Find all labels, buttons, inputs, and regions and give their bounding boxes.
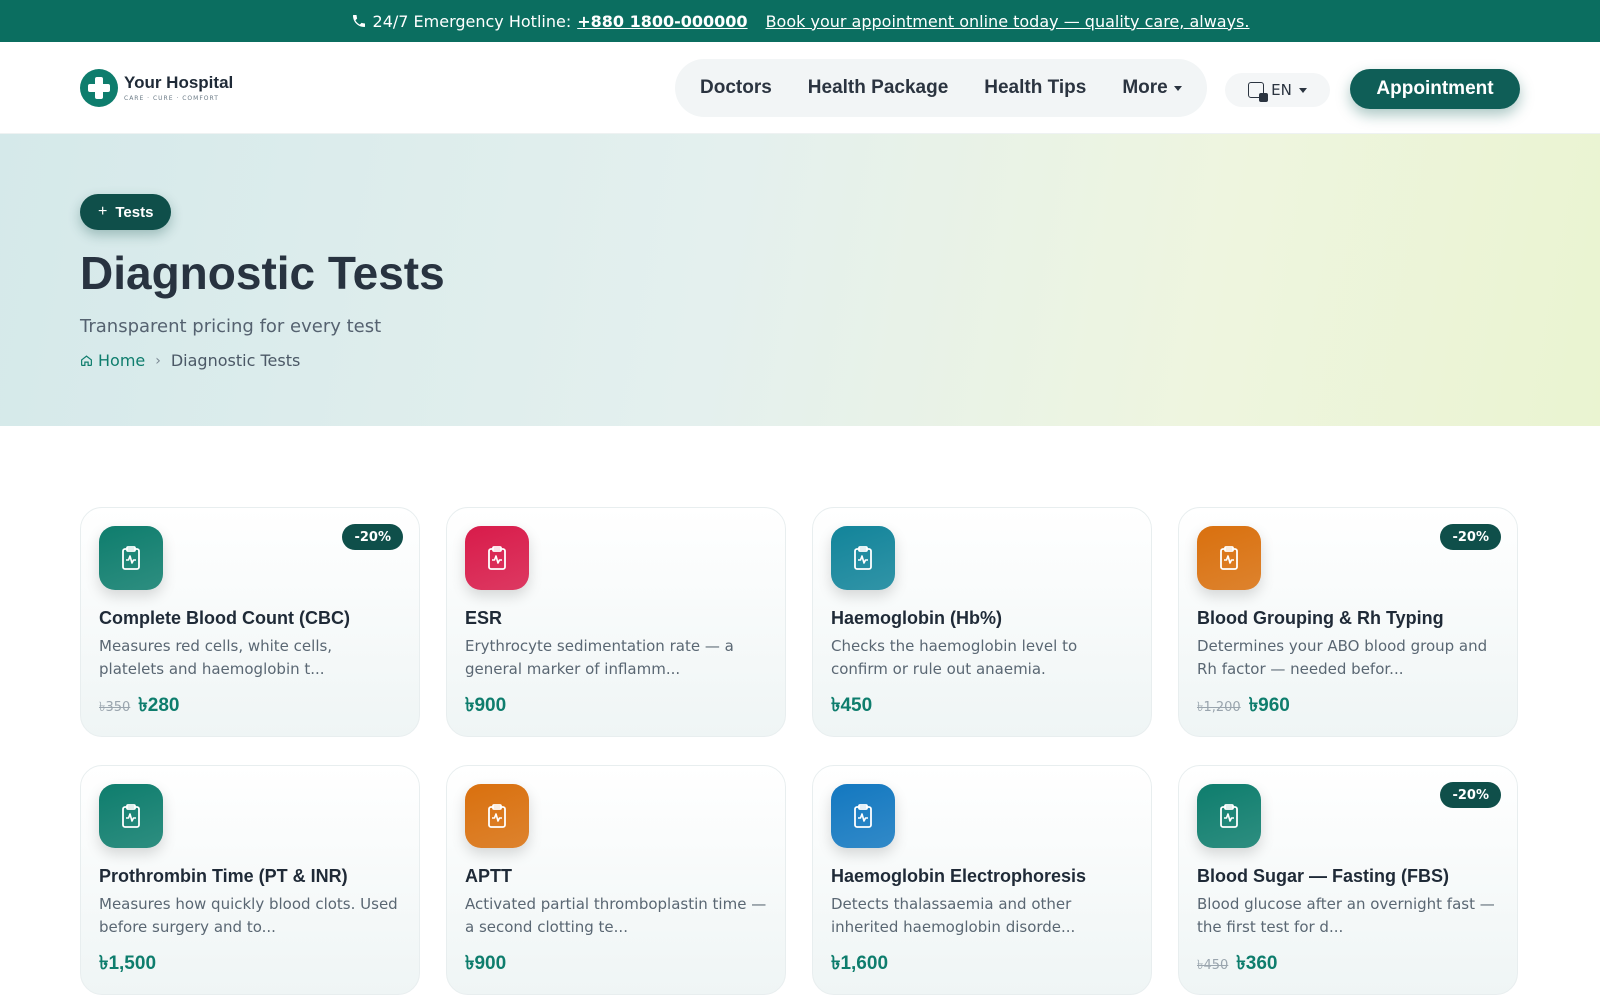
test-card[interactable]: -20% Blood Sugar — Fasting (FBS) Blood glu… xyxy=(1178,765,1518,995)
test-price: ৳1,600 xyxy=(831,953,889,974)
language-label: EN xyxy=(1271,81,1292,99)
chevron-down-icon xyxy=(1298,87,1307,93)
breadcrumb-current: Diagnostic Tests xyxy=(170,351,301,370)
test-price: ৳360 xyxy=(1236,953,1278,974)
chevron-down-icon xyxy=(1173,85,1182,91)
test-price: ৳900 xyxy=(465,695,507,716)
test-card[interactable]: ESR Erythrocyte sedimentation rate — a ge… xyxy=(446,507,786,737)
test-title: Complete Blood Count (CBC) xyxy=(99,608,350,628)
clipboard-pulse-icon xyxy=(99,784,163,848)
clipboard-pulse-icon xyxy=(831,526,895,590)
test-card-grid: -20% Complete Blood Count (CBC) Measures r… xyxy=(80,507,1520,995)
test-title: Haemoglobin Electrophoresis xyxy=(831,866,1087,886)
test-card[interactable]: Haemoglobin (Hb%) Checks the haemoglobin … xyxy=(812,507,1152,737)
section-badge: + Tests xyxy=(80,194,172,230)
price-row: ৳350 ৳280 xyxy=(99,691,401,723)
test-price: ৳280 xyxy=(138,695,180,716)
clipboard-pulse-icon xyxy=(1197,526,1261,590)
nav-more-label: More xyxy=(1122,77,1168,98)
nav-health-package[interactable]: Health Package xyxy=(808,77,948,99)
test-title: Prothrombin Time (PT & INR) xyxy=(99,866,348,886)
test-description: Blood glucose after an overnight fast — … xyxy=(1197,895,1495,936)
language-selector[interactable]: EN xyxy=(1225,73,1330,107)
test-price: ৳1,500 xyxy=(99,953,157,974)
test-card[interactable]: Haemoglobin Electrophoresis Detects thala… xyxy=(812,765,1152,995)
discount-badge: -20% xyxy=(342,524,403,550)
test-description: Determines your ABO blood group and Rh f… xyxy=(1197,637,1488,678)
section-badge-label: Tests xyxy=(115,203,154,221)
main-nav: Doctors Health Package Health Tips More xyxy=(675,59,1207,117)
hotline-label: 24/7 Emergency Hotline: xyxy=(372,11,572,31)
original-price: ৳1,200 xyxy=(1197,700,1241,715)
test-card[interactable]: APTT Activated partial thromboplastin tim… xyxy=(446,765,786,995)
logo[interactable]: Your Hospital CARE · CURE · COMFORT xyxy=(80,68,234,107)
test-title: Blood Grouping & Rh Typing xyxy=(1197,608,1444,628)
test-title: APTT xyxy=(465,866,512,886)
test-description: Measures red cells, white cells, platele… xyxy=(99,637,333,678)
home-icon xyxy=(81,355,92,366)
plus-icon: + xyxy=(98,203,108,220)
clipboard-pulse-icon xyxy=(831,784,895,848)
price-row: ৳450 ৳360 xyxy=(1197,949,1499,981)
test-card[interactable]: -20% Blood Grouping & Rh Typing Determines… xyxy=(1178,507,1518,737)
hospital-cross-icon xyxy=(80,68,118,107)
hotline-number-link[interactable]: +880 1800-000000 xyxy=(577,12,747,31)
site-header: Your Hospital CARE · CURE · COMFORT Doct… xyxy=(0,42,1600,134)
test-price: ৳450 xyxy=(831,695,873,716)
price-row: ৳1,500 xyxy=(99,949,401,981)
clipboard-pulse-icon xyxy=(465,526,529,590)
price-row: ৳1,600 xyxy=(831,949,1133,981)
original-price: ৳450 xyxy=(1197,958,1229,973)
discount-badge: -20% xyxy=(1440,782,1501,808)
test-description: Checks the haemoglobin level to confirm … xyxy=(831,637,1078,678)
chevron-right-icon: › xyxy=(155,352,161,369)
clipboard-pulse-icon xyxy=(465,784,529,848)
book-appointment-link[interactable]: Book your appointment online today — qua… xyxy=(766,12,1250,31)
test-title: ESR xyxy=(465,608,503,628)
logo-name: Your Hospital xyxy=(124,73,234,92)
discount-badge: -20% xyxy=(1440,524,1501,550)
hotline: 24/7 Emergency Hotline: +880 1800-000000 xyxy=(351,12,748,31)
test-description: Detects thalassaemia and other inherited… xyxy=(831,895,1076,936)
page-title: Diagnostic Tests xyxy=(80,247,445,299)
logo-tagline: CARE · CURE · COMFORT xyxy=(124,95,219,102)
breadcrumb: Home › Diagnostic Tests xyxy=(80,351,1520,370)
announcement-bar: 24/7 Emergency Hotline: +880 1800-000000… xyxy=(0,0,1600,42)
page-hero: + Tests Diagnostic Tests Transparent pri… xyxy=(0,134,1600,426)
test-card[interactable]: Prothrombin Time (PT & INR) Measures how … xyxy=(80,765,420,995)
original-price: ৳350 xyxy=(99,700,131,715)
clipboard-pulse-icon xyxy=(1197,784,1261,848)
breadcrumb-home-label: Home xyxy=(98,351,146,370)
breadcrumb-home[interactable]: Home xyxy=(80,351,145,370)
page-subtitle: Transparent pricing for every test xyxy=(80,316,382,337)
price-row: ৳900 xyxy=(465,691,767,723)
clipboard-pulse-icon xyxy=(99,526,163,590)
test-title: Haemoglobin (Hb%) xyxy=(831,608,1002,628)
nav-health-tips[interactable]: Health Tips xyxy=(984,77,1086,99)
appointment-button[interactable]: Appointment xyxy=(1350,69,1520,109)
price-row: ৳900 xyxy=(465,949,767,981)
test-card[interactable]: -20% Complete Blood Count (CBC) Measures r… xyxy=(80,507,420,737)
test-price: ৳900 xyxy=(465,953,507,974)
price-row: ৳1,200 ৳960 xyxy=(1197,691,1499,723)
test-description: Activated partial thromboplastin time — … xyxy=(465,895,767,936)
test-price: ৳960 xyxy=(1248,695,1290,716)
test-title: Blood Sugar — Fasting (FBS) xyxy=(1197,866,1449,886)
nav-doctors[interactable]: Doctors xyxy=(700,77,772,99)
phone-icon xyxy=(352,15,365,27)
price-row: ৳450 xyxy=(831,691,1133,723)
test-description: Erythrocyte sedimentation rate — a gener… xyxy=(465,637,734,678)
test-description: Measures how quickly blood clots. Used b… xyxy=(99,895,398,936)
translate-icon xyxy=(1248,82,1269,102)
nav-more[interactable]: More xyxy=(1122,77,1182,99)
